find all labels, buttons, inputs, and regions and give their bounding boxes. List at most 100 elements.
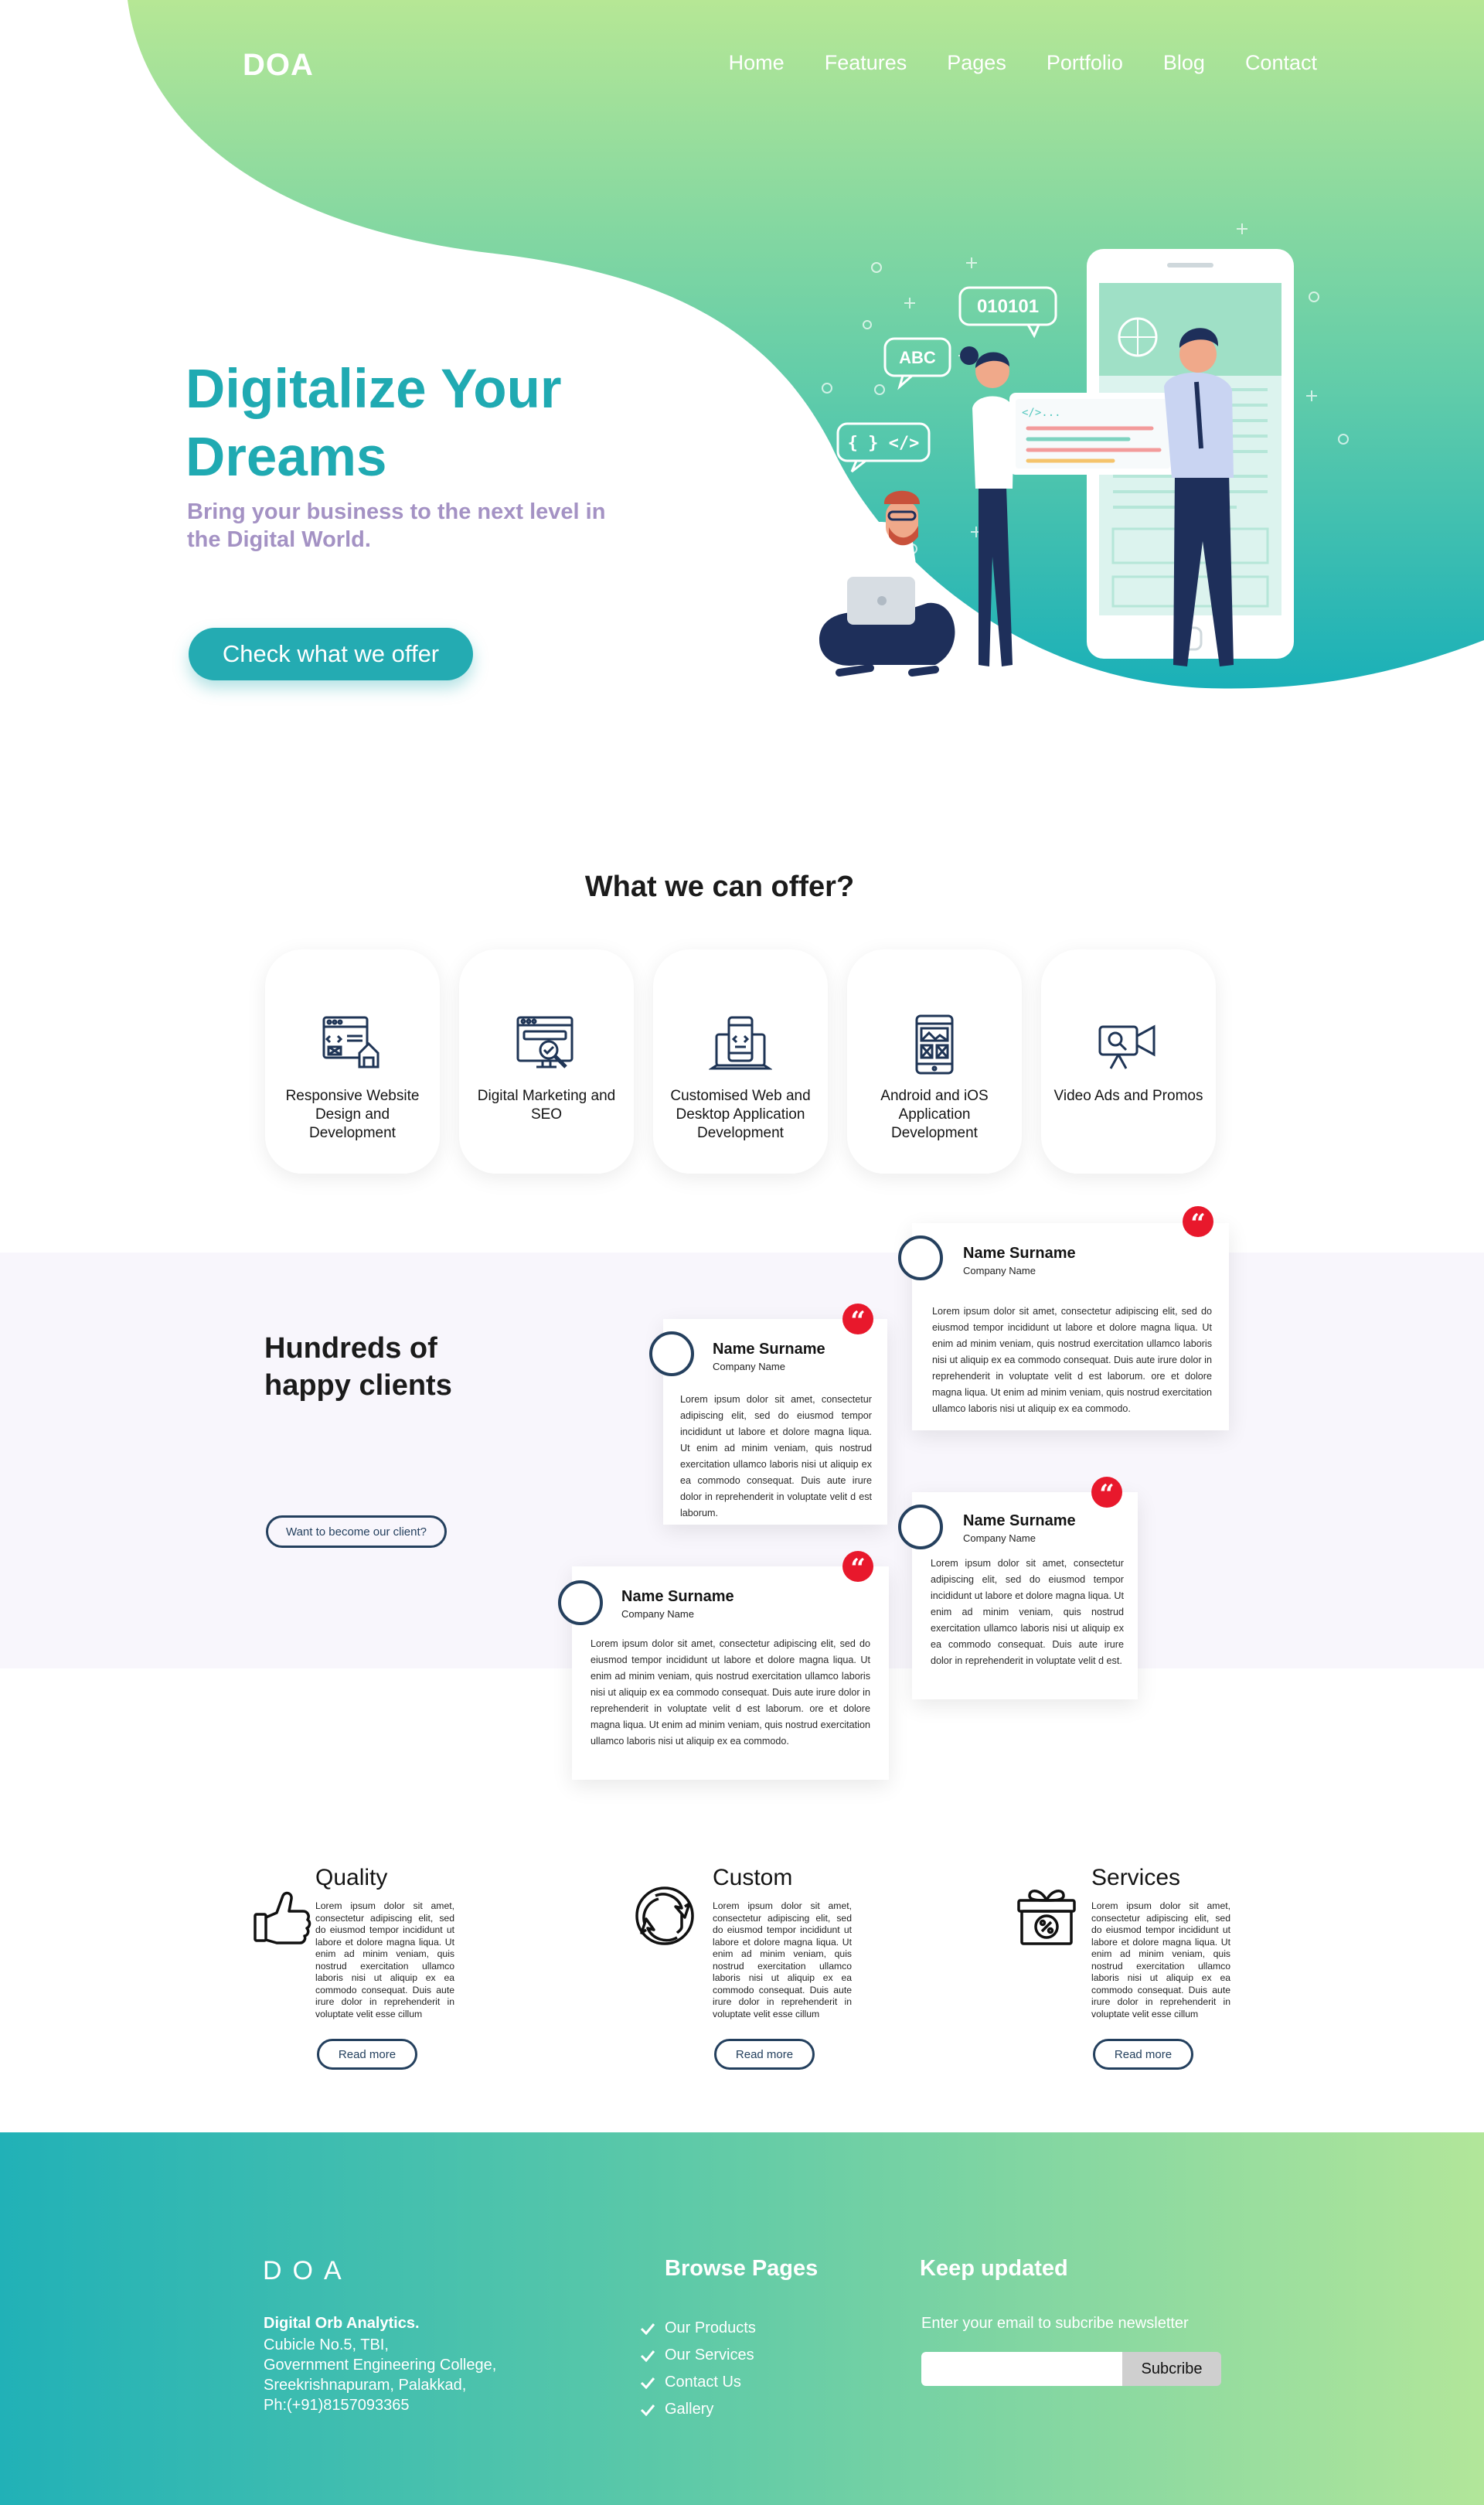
testimonial-card: “ Name Surname Company Name Lorem ipsum …	[898, 1206, 1229, 1430]
code-badge: { } </>	[836, 422, 931, 473]
quote-icon: “	[842, 1304, 873, 1337]
read-more-button[interactable]: Read more	[1093, 2039, 1193, 2070]
svg-text:</>...: </>...	[1022, 407, 1061, 419]
footer-logo[interactable]: DOA	[263, 2256, 352, 2286]
testimonial-company: Company Name	[963, 1532, 1036, 1544]
nav-link-pages[interactable]: Pages	[947, 51, 1006, 75]
check-icon	[640, 2350, 655, 2362]
address-line: Sreekrishnapuram, Palakkad,	[264, 2377, 467, 2394]
testimonial-name: Name Surname	[963, 1512, 1076, 1529]
testimonial-card: “ Name Surname Company Name Lorem ipsum …	[558, 1551, 889, 1780]
footer-company-name: Digital Orb Analytics.	[264, 2315, 420, 2332]
avatar	[898, 1505, 943, 1549]
service-card-mobile-apps[interactable]: Android and iOS Application Development	[847, 949, 1022, 1174]
top-nav: DOA Home Features Pages Portfolio Blog C…	[0, 0, 1484, 131]
check-offer-button[interactable]: Check what we offer	[189, 628, 473, 680]
cycle-arrows-icon	[635, 1886, 694, 1945]
browse-link-label[interactable]: Our Services	[665, 2347, 754, 2364]
service-card-desktop-apps[interactable]: Customised Web and Desktop Application D…	[653, 949, 828, 1174]
nav-link-home[interactable]: Home	[729, 51, 785, 75]
testimonial-name: Name Surname	[713, 1341, 825, 1358]
address-line: Cubicle No.5, TBI,	[264, 2336, 389, 2353]
service-card-web-design[interactable]: Responsive Website Design and Developmen…	[265, 949, 440, 1174]
read-more-button[interactable]: Read more	[317, 2039, 417, 2070]
video-camera-icon	[1098, 1024, 1156, 1069]
feature-title: Services	[1091, 1865, 1181, 1890]
nav-link-blog[interactable]: Blog	[1163, 51, 1205, 75]
browse-link-label[interactable]: Gallery	[665, 2401, 713, 2418]
service-label-desktop-apps: Customised Web and Desktop Application D…	[670, 1088, 811, 1141]
testimonial-name: Name Surname	[621, 1588, 734, 1605]
feature-custom: Custom Lorem ipsum dolor sit amet, conse…	[632, 1865, 910, 2081]
feature-title: Custom	[713, 1865, 793, 1890]
services-row: Responsive Website Design and Developmen…	[265, 949, 1216, 1174]
website-design-icon	[322, 1016, 380, 1068]
browse-link-label[interactable]: Our Products	[665, 2319, 756, 2337]
testimonial-card: “ Name Surname Company Name Lorem ipsum …	[649, 1304, 887, 1525]
browse-link-contact[interactable]: Contact Us	[640, 2369, 756, 2396]
testimonial-text: Lorem ipsum dolor sit amet, consectetur …	[680, 1394, 872, 1518]
service-card-video-ads[interactable]: Video Ads and Promos	[1041, 949, 1216, 1174]
feature-text: Lorem ipsum dolor sit amet, consectetur …	[1091, 1900, 1230, 2019]
digital-marketing-icon	[516, 1016, 574, 1068]
feature-text: Lorem ipsum dolor sit amet, consectetur …	[713, 1900, 852, 2019]
testimonial-card: “ Name Surname Company Name Lorem ipsum …	[898, 1477, 1138, 1699]
check-icon	[640, 2323, 655, 2335]
woman-figure	[960, 346, 1014, 666]
quote-icon: “	[1091, 1477, 1122, 1510]
browse-link-products[interactable]: Our Products	[640, 2315, 756, 2342]
hero-illustration: { } </> ABC 010101 </>...	[819, 223, 1349, 677]
subscribe-button[interactable]: Subcribe	[1122, 2352, 1221, 2386]
svg-text:{ } </>: { } </>	[848, 434, 920, 453]
man-with-laptop-figure	[819, 490, 955, 677]
keep-updated-title: Keep updated	[920, 2256, 1068, 2281]
nav-link-portfolio[interactable]: Portfolio	[1047, 51, 1123, 75]
hero-title: Digitalize Your Dreams	[186, 359, 562, 488]
read-more-button[interactable]: Read more	[714, 2039, 815, 2070]
nav-link-features[interactable]: Features	[825, 51, 907, 75]
feature-services: Services Lorem ipsum dolor sit amet, con…	[1014, 1865, 1292, 2081]
quote-icon: “	[842, 1551, 873, 1584]
binary-badge: 010101	[958, 286, 1057, 339]
testimonial-company: Company Name	[621, 1608, 694, 1620]
footer: DOA Digital Orb Analytics. Cubicle No.5,…	[0, 2132, 1484, 2505]
service-label-mobile-apps: Android and iOS Application Development	[880, 1088, 989, 1141]
check-icon	[640, 2404, 655, 2416]
abc-badge: ABC	[883, 337, 951, 390]
thumbs-up-icon	[254, 1891, 311, 1944]
clients-section-title: Hundreds of happy clients	[264, 1332, 452, 1402]
phone-number: Ph:(+91)8157093365	[264, 2397, 410, 2414]
footer-address: Cubicle No.5, TBI, Government Engineerin…	[264, 2335, 496, 2415]
browse-link-gallery[interactable]: Gallery	[640, 2396, 756, 2423]
browse-pages-title: Browse Pages	[665, 2256, 819, 2281]
feature-title: Quality	[315, 1865, 388, 1890]
svg-text:ABC: ABC	[899, 348, 936, 367]
nav-links: Home Features Pages Portfolio Blog Conta…	[729, 51, 1317, 75]
become-client-button[interactable]: Want to become our client?	[266, 1515, 447, 1548]
avatar	[649, 1331, 694, 1376]
hero-subtitle: Bring your business to the next level in…	[187, 499, 606, 552]
logo[interactable]: DOA	[243, 48, 314, 83]
testimonial-name: Name Surname	[963, 1245, 1076, 1262]
address-line: Government Engineering College,	[264, 2357, 497, 2374]
feature-text: Lorem ipsum dolor sit amet, consectetur …	[315, 1900, 454, 2019]
newsletter-email-input[interactable]	[921, 2352, 1122, 2386]
check-icon	[640, 2377, 655, 2389]
nav-link-contact[interactable]: Contact	[1245, 51, 1317, 75]
browse-pages-list: Our Products Our Services Contact Us Gal…	[640, 2315, 756, 2423]
testimonial-company: Company Name	[963, 1265, 1036, 1276]
avatar	[898, 1235, 943, 1280]
testimonial-text: Lorem ipsum dolor sit amet, consectetur …	[591, 1638, 870, 1747]
service-label-web-design: Responsive Website Design and Developmen…	[285, 1088, 420, 1141]
gift-percent-icon	[1017, 1890, 1076, 1945]
offer-section-title: What we can offer?	[584, 871, 855, 903]
testimonial-text: Lorem ipsum dolor sit amet, consectetur …	[932, 1306, 1212, 1414]
newsletter-text: Enter your email to subcribe newsletter	[921, 2315, 1189, 2332]
svg-text:010101: 010101	[977, 296, 1039, 317]
code-board: </>...	[1009, 393, 1176, 475]
feature-quality: Quality Lorem ipsum dolor sit amet, cons…	[250, 1865, 529, 2081]
browse-link-label[interactable]: Contact Us	[665, 2374, 741, 2391]
service-card-marketing[interactable]: Digital Marketing and SEO	[459, 949, 634, 1174]
browse-link-services[interactable]: Our Services	[640, 2342, 756, 2369]
service-label-marketing: Digital Marketing and SEO	[477, 1088, 616, 1123]
